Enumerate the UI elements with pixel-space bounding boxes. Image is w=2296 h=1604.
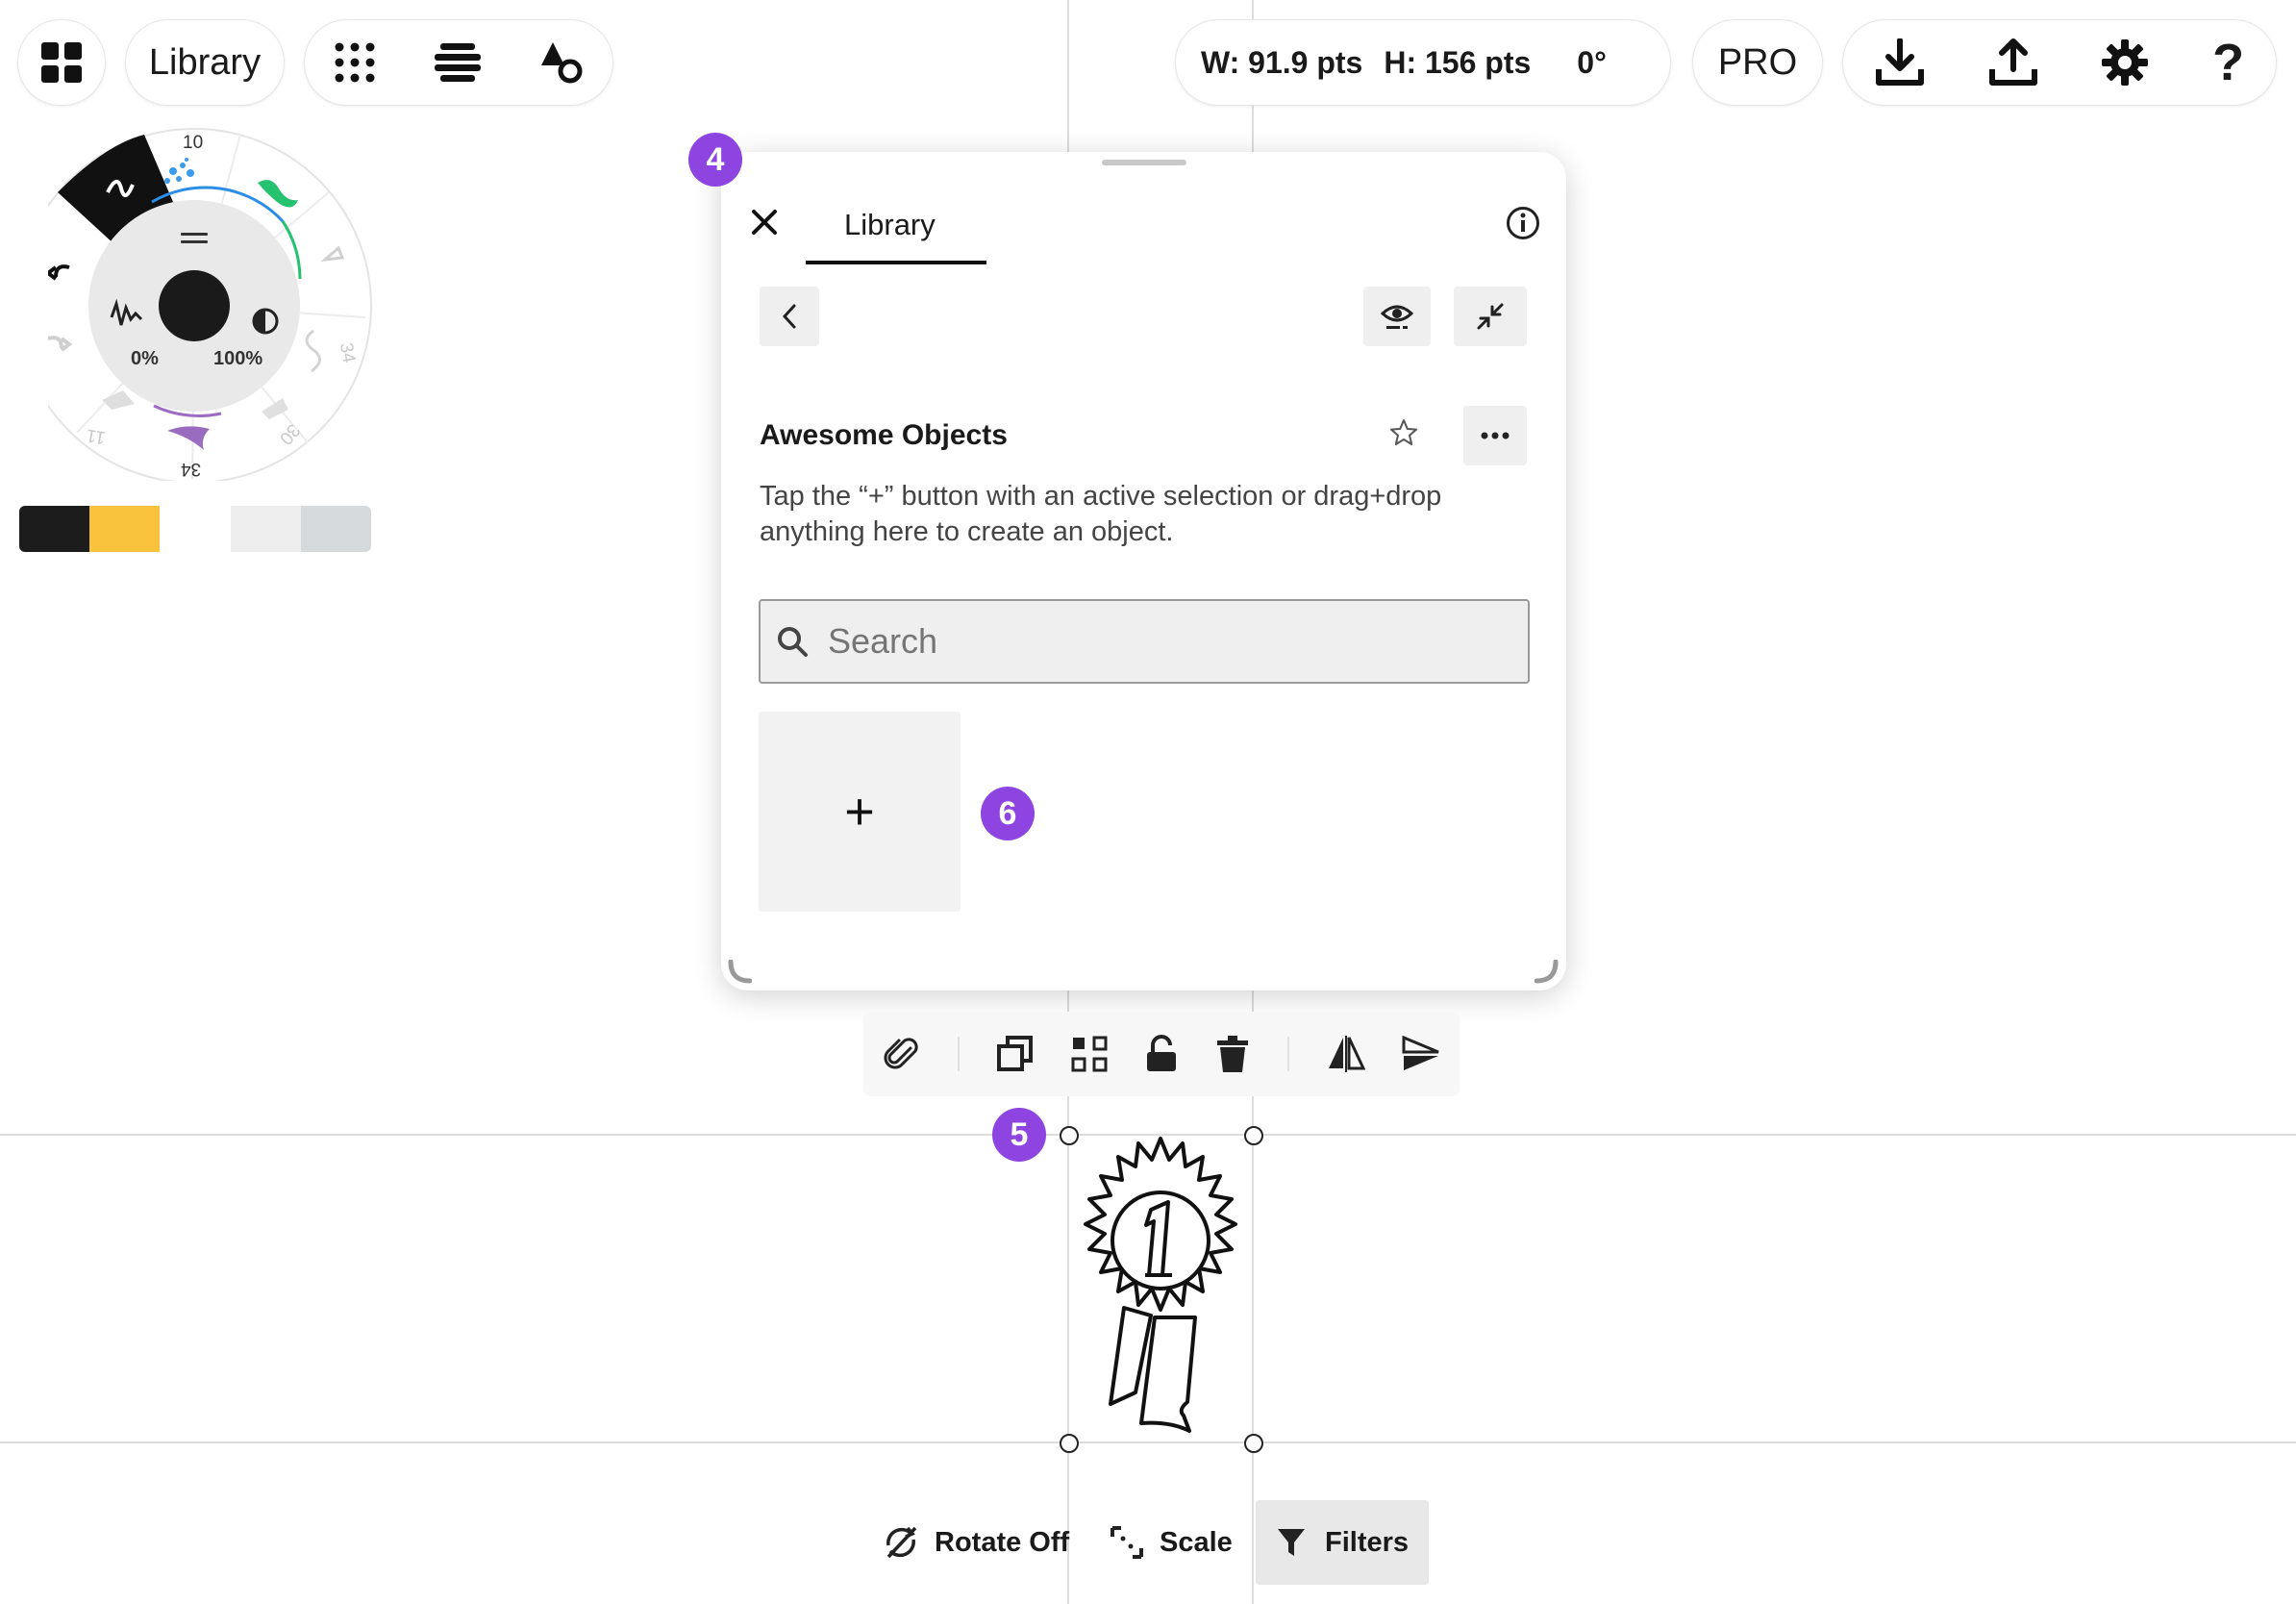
filters-button[interactable]: Filters bbox=[1256, 1500, 1429, 1585]
toolbar-divider bbox=[958, 1037, 961, 1071]
back-button[interactable] bbox=[760, 287, 819, 346]
swatch-black[interactable] bbox=[19, 506, 89, 552]
swatch-light-gray[interactable] bbox=[231, 506, 301, 552]
paperclip-icon[interactable] bbox=[882, 1035, 920, 1073]
star-icon[interactable] bbox=[1388, 417, 1419, 448]
collection-description: Tap the “+” button with an active select… bbox=[760, 481, 1442, 547]
eye-icon bbox=[1381, 305, 1413, 329]
library-panel: Library Awesome Objects Tap the “+” butt… bbox=[721, 152, 1566, 990]
flip-vertical-icon[interactable] bbox=[1402, 1036, 1440, 1072]
swatch-gray[interactable] bbox=[301, 506, 371, 552]
step-badge-4: 4 bbox=[688, 133, 742, 187]
add-object-button[interactable]: + bbox=[759, 712, 961, 912]
library-button-label: Library bbox=[148, 41, 262, 83]
collapse-arrows-icon bbox=[1477, 303, 1504, 330]
gallery-button[interactable] bbox=[17, 19, 106, 106]
tab-library[interactable]: Library bbox=[844, 208, 936, 242]
add-icon: + bbox=[844, 783, 875, 840]
grid-dots-icon[interactable] bbox=[334, 41, 376, 84]
rotate-toggle-button[interactable]: Rotate Off bbox=[883, 1500, 1081, 1585]
duplicate-icon[interactable] bbox=[997, 1036, 1034, 1072]
help-button[interactable]: ? bbox=[2212, 33, 2244, 92]
brush-size-right: 34 bbox=[335, 340, 360, 365]
info-icon[interactable] bbox=[1506, 206, 1540, 240]
selection-handle-top-left[interactable] bbox=[1060, 1126, 1079, 1145]
download-icon[interactable] bbox=[1875, 38, 1925, 87]
selection-handle-top-right[interactable] bbox=[1244, 1126, 1263, 1145]
pro-label: PRO bbox=[1717, 41, 1798, 83]
collapse-button[interactable] bbox=[1454, 287, 1527, 346]
search-icon bbox=[778, 627, 808, 657]
scale-label: Scale bbox=[1160, 1526, 1233, 1558]
width-value: W: 91.9 pts bbox=[1201, 44, 1363, 80]
shapes-icon[interactable] bbox=[539, 40, 584, 85]
selection-toolbar bbox=[863, 1012, 1460, 1096]
collection-title: Awesome Objects bbox=[760, 419, 1008, 451]
trash-icon[interactable] bbox=[1215, 1035, 1250, 1073]
height-value: H: 156 pts bbox=[1384, 44, 1532, 80]
group-icon[interactable] bbox=[1071, 1036, 1108, 1072]
lock-icon[interactable] bbox=[1145, 1035, 1178, 1073]
selection-box[interactable] bbox=[1060, 1126, 1263, 1453]
grid-icon bbox=[41, 42, 82, 83]
opacity-min-label: 0% bbox=[131, 348, 159, 369]
visibility-button[interactable] bbox=[1363, 287, 1431, 346]
swatch-white[interactable] bbox=[160, 506, 231, 552]
filters-label: Filters bbox=[1325, 1526, 1410, 1558]
search-input[interactable] bbox=[826, 620, 1503, 663]
layers-icon[interactable] bbox=[434, 41, 481, 84]
brush-size-top: 10 bbox=[183, 133, 204, 153]
swatch-yellow[interactable] bbox=[89, 506, 160, 552]
search-field[interactable] bbox=[759, 599, 1530, 684]
brush-size-bottom: 34 bbox=[181, 459, 202, 479]
flip-horizontal-icon[interactable] bbox=[1327, 1036, 1365, 1072]
actions-group: ? bbox=[1842, 19, 2277, 106]
ellipsis-icon bbox=[1481, 432, 1510, 439]
step-badge-5: 5 bbox=[992, 1108, 1046, 1162]
tab-underline bbox=[806, 261, 986, 264]
opacity-max-label: 100% bbox=[213, 348, 263, 369]
close-icon[interactable] bbox=[750, 208, 779, 237]
color-swatches bbox=[19, 506, 371, 552]
brush-size-lower-left: 11 bbox=[85, 424, 108, 448]
brush-wheel[interactable]: 10 0% 100% 34 30 11 34 bbox=[16, 125, 375, 484]
step-badge-6: 6 bbox=[981, 787, 1035, 840]
drag-handle[interactable] bbox=[1102, 160, 1186, 165]
selection-handle-bottom-left[interactable] bbox=[1060, 1434, 1079, 1453]
pro-button[interactable]: PRO bbox=[1692, 19, 1823, 106]
chevron-left-icon bbox=[782, 304, 796, 329]
rotate-off-icon bbox=[886, 1526, 917, 1559]
upload-icon[interactable] bbox=[1988, 38, 2038, 87]
first-place-ribbon-drawing bbox=[1084, 1137, 1237, 1433]
rotation-value: 0° bbox=[1577, 44, 1607, 80]
toolbar-divider bbox=[1286, 1037, 1289, 1071]
resize-corner-right-icon[interactable] bbox=[1535, 960, 1560, 985]
dimensions-readout[interactable]: W: 91.9 pts H: 156 pts 0° bbox=[1175, 19, 1671, 106]
rotate-label: Rotate Off bbox=[935, 1526, 1070, 1558]
filter-funnel-icon bbox=[1278, 1529, 1305, 1556]
resize-corner-left-icon[interactable] bbox=[727, 960, 752, 985]
tools-group bbox=[304, 19, 613, 106]
scale-icon bbox=[1111, 1526, 1143, 1559]
library-button[interactable]: Library bbox=[125, 19, 285, 106]
scale-button[interactable]: Scale bbox=[1110, 1500, 1244, 1585]
more-options-button[interactable] bbox=[1463, 406, 1527, 465]
gear-icon[interactable] bbox=[2101, 38, 2149, 87]
selection-handle-bottom-right[interactable] bbox=[1244, 1434, 1263, 1453]
